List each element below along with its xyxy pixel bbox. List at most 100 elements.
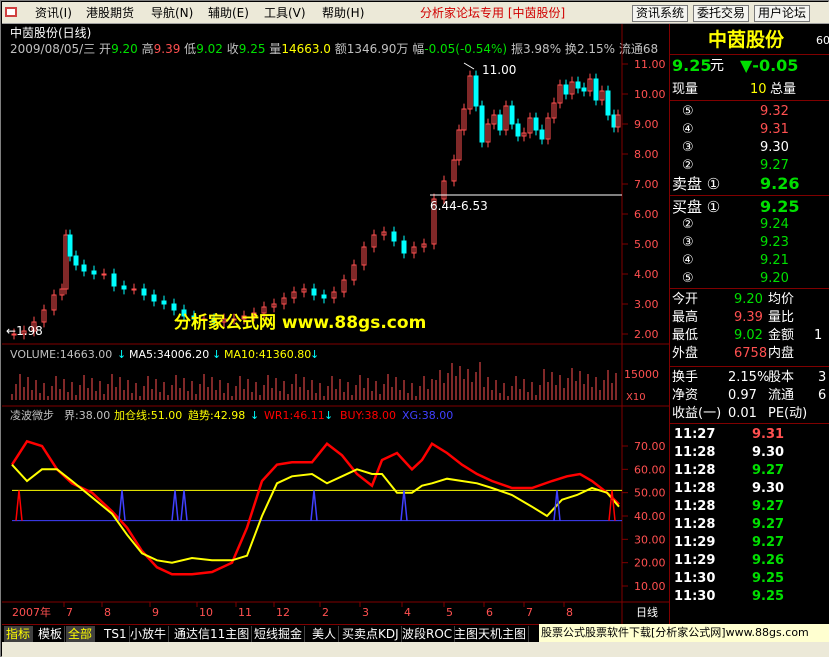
quote-price: 9.25 (672, 56, 712, 75)
indicator-y-axis: 70.00 60.00 50.00 40.00 30.00 20.00 10.00 (622, 440, 666, 593)
menu-item-tools[interactable]: 工具(V) (264, 5, 306, 21)
ask-row: ③ 9.30 (682, 140, 789, 155)
tab-6[interactable]: 短线掘金 (252, 626, 306, 642)
tab-7[interactable]: 美人 (310, 626, 340, 642)
ask-row: ② 9.27 (682, 158, 789, 173)
x-month-tick: 10 (199, 606, 213, 619)
indicator-legend: 凌波微步 界:38.00 加仓线:51.00 趋势:42.98 ↓ WR1:46… (10, 408, 453, 422)
stat2-row: 收益(一) 0.01 PE(动) (672, 406, 808, 421)
menu-item-navigate[interactable]: 导航(N) (151, 5, 193, 21)
tab-10[interactable]: 主图天机主图 (452, 626, 530, 642)
indicator-lines (10, 439, 622, 576)
candle-body (91, 270, 97, 275)
candle-body (311, 288, 317, 296)
x-month-tick: 8 (566, 606, 573, 619)
gap-label: 6.44-6.53 (430, 199, 488, 213)
tick-row: 11:30 9.25 (674, 571, 785, 586)
svg-text:↓: ↓ (212, 348, 221, 361)
x-month-tick: 11 (238, 606, 252, 619)
menu-item-assist[interactable]: 辅助(E) (208, 5, 249, 21)
menu-item-hk-futures[interactable]: 港股期货 (86, 5, 134, 21)
svg-text:VOLUME:14663.00: VOLUME:14663.00 (10, 348, 112, 361)
candle-body (593, 78, 599, 101)
news-system-button[interactable]: 资讯系统 (632, 5, 689, 22)
user-forum-button[interactable]: 用户论坛 (754, 5, 811, 22)
watermark-text: 分析家公式网 www.88gs.com (174, 312, 426, 333)
candle-body (611, 114, 617, 128)
price-y-tick: 3.00 (634, 298, 659, 311)
x-month-tick: 7 (526, 606, 533, 619)
tab-1[interactable]: 模板 (36, 626, 66, 642)
tab-0[interactable]: 指标 (4, 626, 34, 642)
chart-area[interactable]: 中茵股份(日线) 2009/08/05/三 开9.20 高9.39 低9.02 … (2, 24, 669, 624)
candle-body (121, 285, 127, 290)
tick-row: 11:28 9.27 (674, 463, 785, 478)
peak-label: 11.00 (482, 63, 516, 77)
price-y-tick: 11.00 (634, 58, 666, 71)
quote-price-row: 9.25 元 ▼-0.05 (672, 56, 799, 75)
low-label: ←1.98 (6, 324, 43, 338)
price-y-tick: 4.00 (634, 268, 659, 281)
svg-text:加仓线:51.00: 加仓线:51.00 (114, 408, 182, 422)
candle-body (509, 105, 515, 125)
tab-3[interactable]: TS1 (102, 626, 130, 642)
svg-text:WR1:46.11: WR1:46.11 (264, 409, 325, 422)
indicator-y-tick: 60.00 (634, 463, 666, 476)
menu-banner-text: 分析家论坛专用 [中茵股份] (420, 6, 566, 20)
candle-body (141, 288, 147, 296)
tab-2[interactable]: 全部 (66, 626, 96, 642)
svg-text:凌波微步: 凌波微步 (10, 408, 54, 422)
tab-8[interactable]: 买卖点KDJ (340, 626, 402, 642)
trade-button[interactable]: 委托交易 (693, 5, 750, 22)
signal-spike (400, 490, 408, 521)
quote-stock-name: 中茵股份 (708, 29, 785, 51)
x-month-tick: 9 (152, 606, 159, 619)
tick-row: 11:28 9.30 (674, 481, 785, 496)
quote-change: ▼-0.05 (740, 56, 799, 75)
candlestick-series (11, 70, 621, 340)
svg-text:XG:38.00: XG:38.00 (402, 409, 453, 422)
candle-body (497, 114, 503, 131)
signal-spike (15, 490, 23, 521)
price-y-tick: 2.00 (634, 328, 659, 341)
stat2-row: 换手 2.15% 股本 3 (672, 370, 827, 385)
candle-body (161, 300, 167, 305)
price-y-tick: 5.00 (634, 238, 659, 251)
svg-text:↓: ↓ (250, 409, 259, 422)
x-month-tick: 2 (322, 606, 329, 619)
stat-row: 最高 9.39 量比 (672, 310, 795, 325)
svg-text:↓: ↓ (310, 348, 319, 361)
tab-5[interactable]: 通达信11主图 (172, 626, 253, 642)
candle-body (605, 90, 611, 116)
svg-text:↓: ↓ (324, 409, 333, 422)
ad-banner[interactable]: 股票公式股票软件下载[分析家公式网]www.88gs.com (539, 624, 829, 642)
stat-row: 最低 9.02 金额 1 (672, 328, 823, 343)
candle-body (401, 240, 407, 254)
price-y-tick: 8.00 (634, 148, 659, 161)
x-axis: 2007年 日线 7 8 9 10 11 12 2 3 4 5 6 7 8 (12, 602, 658, 619)
candle-body (101, 273, 107, 276)
tick-row: 11:28 9.27 (674, 499, 785, 514)
indicator-y-tick: 10.00 (634, 580, 666, 593)
bid-row: ④ 9.21 (682, 253, 789, 268)
signal-spike (118, 490, 126, 521)
menu-item-help[interactable]: 帮助(H) (322, 5, 364, 21)
price-chart-canvas[interactable]: 11.00 10.00 9.00 8.00 7.00 6.00 5.00 4.00 3.00 2.… (2, 24, 669, 624)
tab-4[interactable]: 小放牛 (128, 626, 170, 642)
menu-item-news[interactable]: 资讯(I) (35, 5, 72, 21)
signal-spike (171, 490, 179, 521)
volume-bars (11, 362, 617, 400)
x-month-tick: 6 (486, 606, 493, 619)
tick-row: 11:28 9.30 (674, 445, 785, 460)
candle-body (321, 294, 327, 299)
signal-spike (310, 490, 318, 521)
tab-9[interactable]: 波段ROC (400, 626, 456, 642)
status-bar (2, 642, 829, 657)
app-icon[interactable] (4, 5, 18, 21)
x-month-tick: 4 (404, 606, 411, 619)
bid-row: ③ 9.23 (682, 235, 789, 250)
candle-body (111, 273, 117, 287)
svg-text:X10: X10 (626, 392, 646, 403)
price-y-tick: 10.00 (634, 88, 666, 101)
bid-row: 买盘 ① 9.25 (672, 197, 800, 217)
